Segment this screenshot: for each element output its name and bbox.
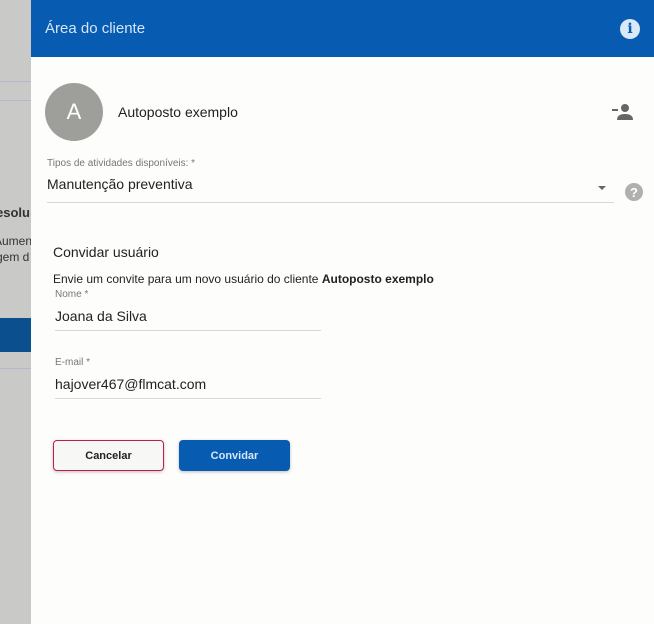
panel-title: Área do cliente [45,20,146,37]
avatar: A [45,83,103,141]
name-input[interactable]: Joana da Silva [55,308,321,324]
divider [0,100,31,101]
description-client-name: Autoposto exemplo [321,272,434,286]
panel-header: Área do cliente i [31,0,654,57]
bg-text: gem d [0,250,30,264]
cancel-button[interactable]: Cancelar [53,440,164,471]
email-label: E-mail * [55,357,91,368]
description-text: Envie um convite para um novo usuário do… [53,272,322,286]
activity-type-value: Manutenção preventiva [47,176,193,192]
remove-user-icon[interactable] [612,104,634,120]
email-field[interactable]: E-mail * hajover467@flmcat.com [55,357,321,399]
client-area-panel: Área do cliente i A Autoposto exemplo Ti… [31,0,654,624]
activity-type-label: Tipos de atividades disponíveis: * [47,158,196,169]
background-page: esolu Aumen gem d [0,0,31,624]
email-input[interactable]: hajover467@flmcat.com [55,376,321,392]
name-field[interactable]: Nome * Joana da Silva [55,289,321,331]
client-name: Autoposto exemplo [118,104,238,120]
divider [0,81,31,82]
help-icon[interactable]: ? [625,183,643,201]
client-info: A Autoposto exemplo [45,83,238,141]
activity-type-select[interactable]: Tipos de atividades disponíveis: * Manut… [47,158,614,203]
bg-bar [0,318,31,352]
name-label: Nome * [55,289,89,300]
chevron-down-icon[interactable] [598,186,606,190]
invite-button[interactable]: Convidar [179,440,290,471]
info-icon[interactable]: i [620,18,640,39]
divider [0,368,31,369]
bg-text: esolu [0,205,30,220]
bg-text: Aumen [0,234,31,248]
invite-description: Envie um convite para um novo usuário do… [53,272,434,286]
invite-user-title: Convidar usuário [53,244,159,260]
